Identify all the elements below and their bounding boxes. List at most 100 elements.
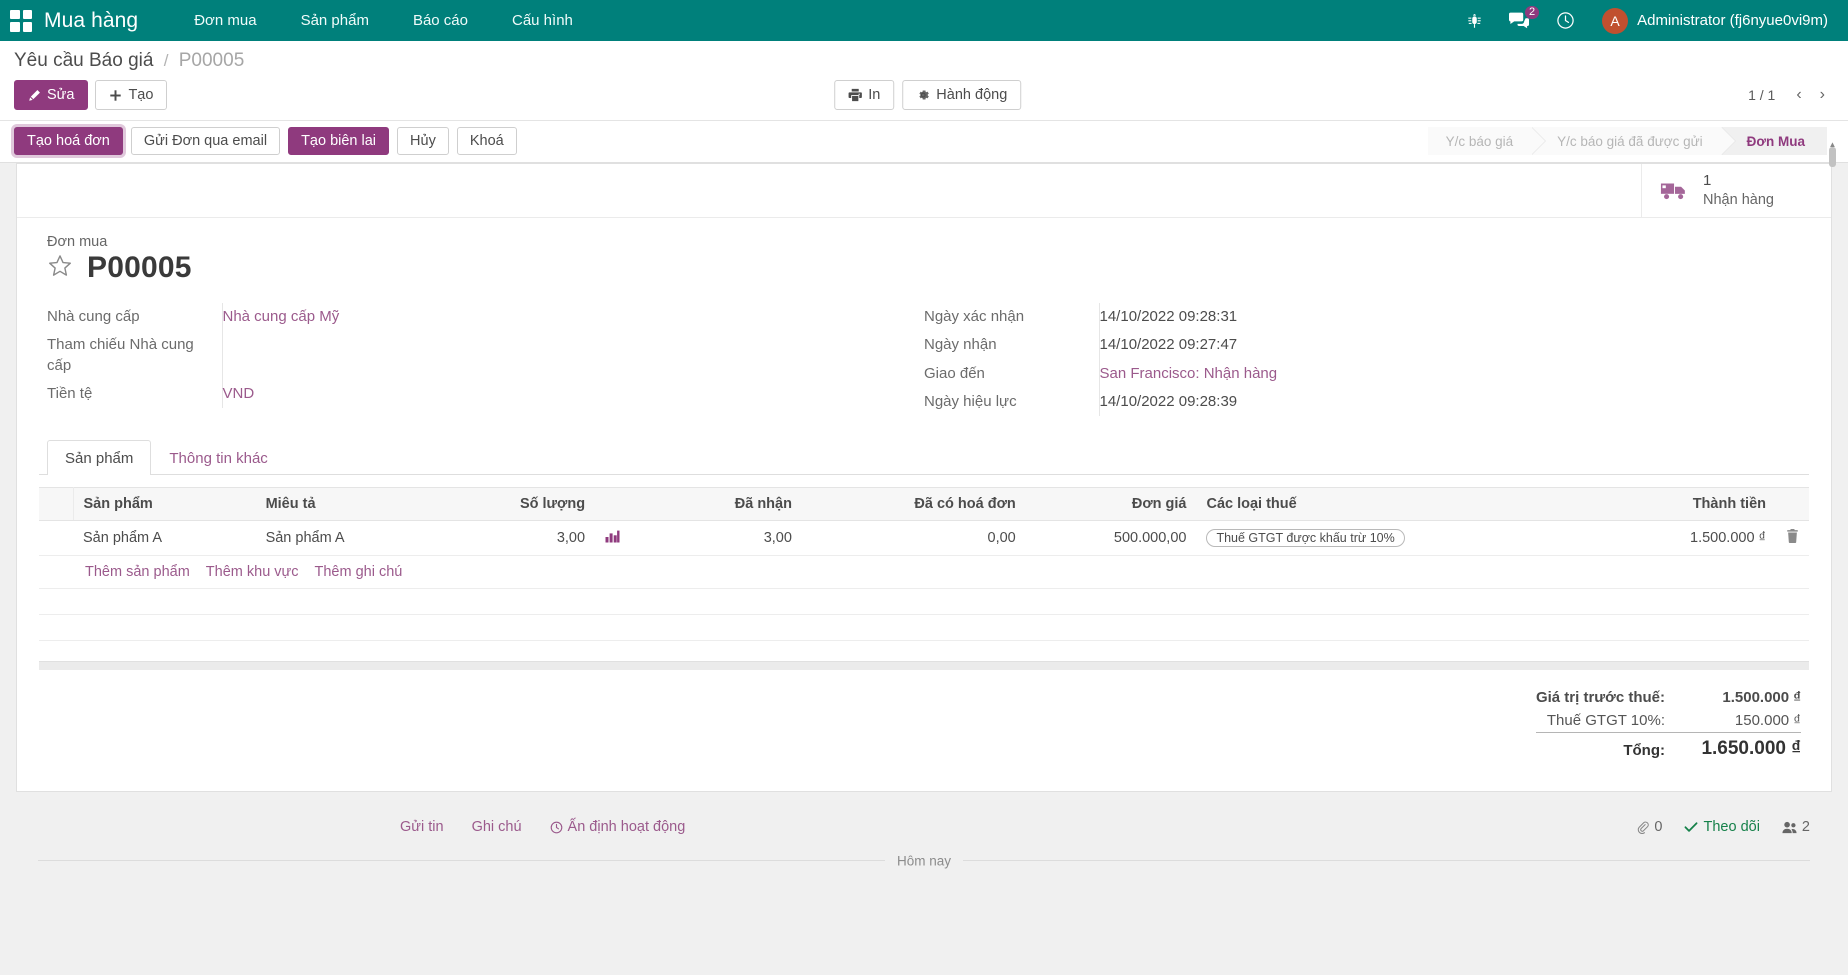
breadcrumb-root[interactable]: Yêu cầu Báo giá — [14, 50, 153, 71]
cell-subtotal: 1.500.000 ₫ — [1599, 521, 1776, 556]
lines-footer-strip — [39, 661, 1809, 670]
send-by-email-button[interactable]: Gửi Đơn qua email — [131, 127, 280, 155]
chatter-inner: Gửi tin Ghi chú Ấn định hoạt động — [0, 808, 1848, 861]
cell-description[interactable]: Sản phẩm A — [256, 521, 439, 556]
create-receipt-button[interactable]: Tạo biên lai — [288, 127, 389, 155]
breadcrumb-separator: / — [164, 51, 169, 70]
cell-taxes[interactable]: Thuế GTGT được khấu trừ 10% — [1196, 521, 1598, 556]
chat-bubble-icon[interactable]: 2 — [1495, 4, 1543, 37]
field-value-vendor[interactable]: Nhà cung cấp Mỹ — [223, 308, 340, 325]
cell-product[interactable]: Sản phẩm A — [73, 521, 256, 556]
create-button-label: Tạo — [128, 87, 153, 103]
field-label-vendor: Nhà cung cấp — [47, 303, 222, 331]
control-panel-actions: Sửa Tạo In — [0, 72, 1848, 120]
pager-count: 1 / 1 — [1748, 87, 1775, 103]
order-lines-table: Sản phẩm Miêu tả Số lượng Đã nhận Đã có … — [39, 487, 1809, 641]
menu-item-products[interactable]: Sản phẩm — [279, 2, 391, 39]
field-value-currency[interactable]: VND — [223, 385, 255, 402]
table-row[interactable]: Sản phẩm A Sản phẩm A 3,00 — [39, 521, 1809, 556]
scrollbar-thumb[interactable] — [1829, 147, 1836, 167]
add-links-row: Thêm sản phẩm Thêm khu vực Thêm ghi chú — [39, 556, 1809, 589]
forecast-chart-icon[interactable] — [605, 531, 620, 547]
totals-label-total: Tổng: — [1536, 733, 1683, 764]
followers-count-value: 2 — [1802, 819, 1810, 835]
pager-previous-button[interactable]: ‹ — [1787, 84, 1810, 106]
column-header-product: Sản phẩm — [73, 488, 256, 521]
add-product-link[interactable]: Thêm sản phẩm — [85, 564, 190, 580]
totals-row-tax: Thuế GTGT 10%: 150.000 ₫ — [1536, 709, 1801, 733]
attachment-count-value: 0 — [1654, 819, 1662, 835]
tab-other-information[interactable]: Thông tin khác — [151, 440, 285, 475]
status-step-rfq-sent[interactable]: Y/c báo giá đã được gửi — [1531, 127, 1721, 155]
menu-item-purchase-orders[interactable]: Đơn mua — [172, 2, 278, 39]
create-button[interactable]: Tạo — [95, 80, 167, 110]
column-header-forecast — [595, 488, 660, 521]
apps-grid-icon[interactable] — [10, 10, 32, 32]
column-header-actions — [1776, 488, 1809, 521]
user-menu[interactable]: A Administrator (fj6nyue0vi9m) — [1588, 3, 1834, 39]
cell-unit-price[interactable]: 500.000,00 — [1026, 521, 1197, 556]
bug-icon[interactable] — [1454, 5, 1495, 37]
cell-received[interactable]: 3,00 — [660, 521, 802, 556]
app-brand-name[interactable]: Mua hàng — [44, 9, 138, 33]
cell-billed[interactable]: 0,00 — [802, 521, 1026, 556]
column-header-quantity: Số lượng — [438, 488, 595, 521]
field-value-vendor-reference[interactable] — [223, 336, 227, 353]
status-step-rfq[interactable]: Y/c báo giá — [1428, 127, 1532, 155]
log-note-button[interactable]: Ghi chú — [458, 816, 536, 838]
apps-grid-cell — [10, 22, 20, 32]
print-button[interactable]: In — [834, 80, 894, 110]
menu-item-reporting[interactable]: Báo cáo — [391, 2, 490, 39]
add-section-link[interactable]: Thêm khu vực — [206, 564, 299, 580]
form-group-left: Nhà cung cấp Nhà cung cấp Mỹ Tham chiếu … — [47, 303, 924, 416]
field-label-deliver-to: Giao đến — [924, 360, 1099, 388]
column-header-unit-price: Đơn giá — [1026, 488, 1197, 521]
user-name: Administrator (fj6nyue0vi9m) — [1637, 12, 1828, 29]
today-label: Hôm nay — [885, 854, 963, 869]
pager: 1 / 1 ‹ › — [1748, 84, 1834, 106]
empty-filler-cell — [39, 589, 1809, 615]
row-handle[interactable] — [39, 521, 73, 556]
clock-icon[interactable] — [1543, 3, 1588, 38]
record-title-label: Đơn mua — [47, 234, 1801, 250]
field-value-effective-date[interactable]: 14/10/2022 09:28:39 — [1100, 393, 1238, 410]
add-note-link[interactable]: Thêm ghi chú — [315, 564, 403, 580]
cell-delete[interactable] — [1776, 521, 1809, 556]
stat-button-receipts[interactable]: 1 Nhận hàng — [1641, 164, 1831, 217]
status-pipeline: Y/c báo giá Y/c báo giá đã được gửi Đơn … — [1428, 127, 1827, 155]
main-menu: Đơn mua Sản phẩm Báo cáo Cấu hình — [172, 2, 595, 39]
tab-products[interactable]: Sản phẩm — [47, 440, 151, 475]
trash-icon[interactable] — [1786, 531, 1799, 547]
apps-grid-cell — [23, 10, 33, 20]
send-message-button[interactable]: Gửi tin — [386, 816, 458, 838]
field-value-deliver-to[interactable]: San Francisco: Nhận hàng — [1100, 365, 1278, 382]
field-value-receipt-date[interactable]: 14/10/2022 09:27:47 — [1100, 336, 1238, 353]
breadcrumb: Yêu cầu Báo giá / P00005 — [14, 50, 244, 72]
cell-quantity[interactable]: 3,00 — [438, 521, 595, 556]
action-button[interactable]: Hành động — [902, 80, 1021, 110]
status-step-purchase-order[interactable]: Đơn Mua — [1721, 127, 1827, 155]
chatter-stats: 0 Theo dõi — [1637, 819, 1810, 835]
sheet-wrapper: 1 Nhận hàng Đơn mua P00005 — [0, 163, 1848, 792]
lock-button[interactable]: Khoá — [457, 127, 517, 155]
truck-icon — [1660, 180, 1690, 202]
cancel-button[interactable]: Hủy — [397, 127, 449, 155]
schedule-activity-button[interactable]: Ấn định hoạt động — [536, 816, 700, 838]
attachment-count[interactable]: 0 — [1637, 819, 1662, 835]
pager-next-button[interactable]: › — [1811, 84, 1834, 106]
notebook: Sản phẩm Thông tin khác Sản phẩm Miêu tả… — [17, 422, 1831, 670]
edit-button[interactable]: Sửa — [14, 80, 88, 110]
record-buttons: Sửa Tạo — [14, 80, 167, 110]
followers-count[interactable]: 2 — [1782, 819, 1810, 835]
menu-item-configuration[interactable]: Cấu hình — [490, 2, 595, 39]
follow-button[interactable]: Theo dõi — [1684, 819, 1759, 835]
clock-icon — [550, 821, 563, 834]
field-row-vendor: Nhà cung cấp Nhà cung cấp Mỹ — [47, 303, 884, 331]
cell-forecast[interactable] — [595, 521, 660, 556]
check-icon — [1684, 821, 1698, 833]
create-bill-button[interactable]: Tạo hoá đơn — [14, 127, 123, 155]
chatter-today-divider: Hôm nay — [38, 860, 1810, 861]
field-value-confirmation-date[interactable]: 14/10/2022 09:28:31 — [1100, 308, 1238, 325]
totals-value-total: 1.650.000 ₫ — [1683, 733, 1801, 764]
star-outline-icon[interactable] — [47, 253, 73, 283]
